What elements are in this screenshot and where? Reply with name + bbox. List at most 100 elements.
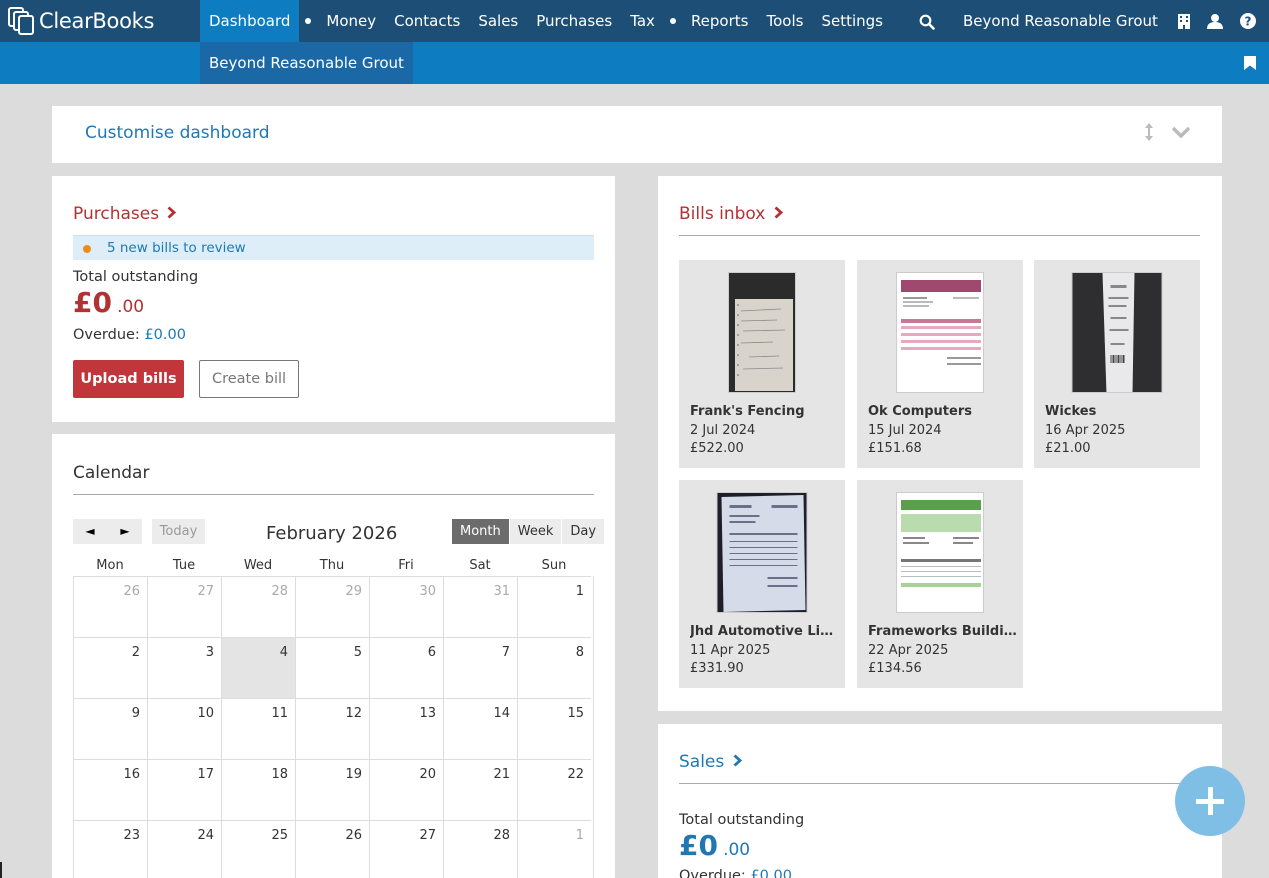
upload-bills-button[interactable]: Upload bills	[73, 360, 184, 398]
bill-card[interactable]: Jhd Automotive Limit... 11 Apr 2025 £331…	[679, 480, 845, 688]
help-icon[interactable]: ?	[1240, 13, 1256, 29]
day-number: 3	[205, 645, 214, 660]
nav-tools[interactable]: Tools	[757, 0, 812, 42]
nav-purchases[interactable]: Purchases	[527, 0, 621, 42]
sales-overdue: Overdue: £0.00	[679, 868, 792, 878]
calendar-day[interactable]: 28	[443, 820, 517, 878]
calendar-day[interactable]: 2	[73, 637, 147, 698]
purchases-heading-link[interactable]: Purchases	[73, 204, 177, 224]
calendar-day[interactable]: 30	[369, 576, 443, 637]
notice-dot-icon	[83, 245, 91, 253]
bill-date: 16 Apr 2025	[1045, 423, 1126, 438]
sales-panel: Sales Total outstanding £0 .00 Overdue: …	[658, 724, 1222, 878]
calendar-day[interactable]: 21	[443, 759, 517, 820]
bookmark-icon[interactable]	[1244, 56, 1256, 70]
calendar-day[interactable]: 7	[443, 637, 517, 698]
calendar-day[interactable]: 29	[295, 576, 369, 637]
calendar-title: Calendar	[73, 463, 150, 483]
calendar-day[interactable]: 1	[517, 576, 591, 637]
bill-date: 11 Apr 2025	[690, 643, 771, 658]
user-icon[interactable]	[1207, 13, 1223, 29]
nav-reports[interactable]: Reports	[682, 0, 758, 42]
calendar-day[interactable]: 1	[517, 820, 591, 878]
calendar-day[interactable]: 17	[147, 759, 221, 820]
weekday-header: Sun	[541, 558, 567, 573]
purchases-title: Purchases	[73, 204, 160, 224]
bills-inbox-heading-link[interactable]: Bills inbox	[679, 204, 783, 224]
nav-contacts[interactable]: Contacts	[385, 0, 469, 42]
day-number: 27	[197, 584, 214, 599]
bill-amount: £21.00	[1045, 441, 1091, 456]
calendar-day[interactable]: 14	[443, 698, 517, 759]
calendar-day[interactable]: 22	[517, 759, 591, 820]
bill-card[interactable]: Wickes 16 Apr 2025 £21.00	[1034, 260, 1200, 468]
calendar-day[interactable]: 27	[369, 820, 443, 878]
calendar-day[interactable]: 25	[221, 820, 295, 878]
calendar-day[interactable]: 20	[369, 759, 443, 820]
calendar-day[interactable]: 18	[221, 759, 295, 820]
day-number: 12	[345, 706, 362, 721]
calendar-day[interactable]: 26	[73, 576, 147, 637]
day-number: 10	[197, 706, 214, 721]
nav-dashboard[interactable]: Dashboard	[200, 0, 300, 42]
calendar-next-button[interactable]: ►	[108, 519, 142, 544]
calendar-day[interactable]: 9	[73, 698, 147, 759]
view-week-button[interactable]: Week	[509, 519, 563, 544]
bill-card[interactable]: Ok Computers 15 Jul 2024 £151.68	[857, 260, 1023, 468]
calendar-day[interactable]: 27	[147, 576, 221, 637]
calendar-day[interactable]: 13	[369, 698, 443, 759]
add-new-button[interactable]	[1175, 766, 1245, 836]
clearbooks-logo[interactable]: ClearBooks	[8, 6, 154, 36]
nav-settings[interactable]: Settings	[812, 0, 892, 42]
calendar-day[interactable]: 26	[295, 820, 369, 878]
bill-card[interactable]: Frank's Fencing 2 Jul 2024 £522.00	[679, 260, 845, 468]
calendar-day[interactable]: 11	[221, 698, 295, 759]
calendar-prev-button[interactable]: ◄	[73, 519, 107, 544]
new-bills-link[interactable]: 5 new bills to review	[107, 240, 246, 256]
day-number: 20	[419, 767, 436, 782]
calendar-day[interactable]: 6	[369, 637, 443, 698]
search-icon[interactable]	[919, 14, 935, 30]
chevron-down-icon[interactable]	[1172, 126, 1190, 138]
calendar-day[interactable]: 3	[147, 637, 221, 698]
new-bills-notice[interactable]: 5 new bills to review	[73, 235, 594, 260]
building-icon[interactable]	[1178, 14, 1190, 29]
calendar-day[interactable]: 24	[147, 820, 221, 878]
overdue-value[interactable]: £0.00	[750, 868, 792, 878]
organisation-name[interactable]: Beyond Reasonable Grout	[963, 0, 1158, 42]
resize-icon[interactable]	[1144, 123, 1154, 141]
calendar-day[interactable]: 23	[73, 820, 147, 878]
view-month-button[interactable]: Month	[452, 519, 510, 544]
overdue-label: Overdue:	[679, 868, 746, 878]
day-number: 16	[123, 767, 140, 782]
bill-thumbnail	[896, 492, 984, 613]
bill-supplier: Ok Computers	[868, 404, 972, 419]
nav-money[interactable]: Money	[317, 0, 385, 42]
calendar-day[interactable]: 10	[147, 698, 221, 759]
sales-heading-link[interactable]: Sales	[679, 752, 742, 772]
top-nav-bar: ClearBooks Dashboard Money Contacts Sale…	[0, 0, 1269, 42]
calendar-today-button[interactable]: Today	[152, 519, 205, 544]
create-bill-button[interactable]: Create bill	[199, 360, 299, 398]
nav-sales[interactable]: Sales	[469, 0, 527, 42]
calendar-day[interactable]: 15	[517, 698, 591, 759]
overdue-value[interactable]: £0.00	[144, 327, 186, 343]
calendar-day[interactable]: 19	[295, 759, 369, 820]
day-number: 7	[501, 645, 510, 660]
nav-tax[interactable]: Tax	[621, 0, 664, 42]
customise-dashboard-link[interactable]: Customise dashboard	[85, 123, 270, 143]
divider	[73, 494, 594, 495]
calendar-day[interactable]: 16	[73, 759, 147, 820]
calendar-day[interactable]: 12	[295, 698, 369, 759]
chevron-right-icon	[733, 754, 742, 767]
chevron-right-icon	[774, 206, 783, 219]
purchases-total-amount: £0 .00	[73, 286, 144, 319]
calendar-day[interactable]: 28	[221, 576, 295, 637]
bill-card[interactable]: Frameworks Building 22 Apr 2025 £134.56	[857, 480, 1023, 688]
calendar-day[interactable]: 31	[443, 576, 517, 637]
subnav-organisation[interactable]: Beyond Reasonable Grout	[200, 42, 413, 84]
calendar-day[interactable]: 5	[295, 637, 369, 698]
view-day-button[interactable]: Day	[562, 519, 606, 544]
calendar-day-today[interactable]: 4	[221, 637, 295, 698]
calendar-day[interactable]: 8	[517, 637, 591, 698]
